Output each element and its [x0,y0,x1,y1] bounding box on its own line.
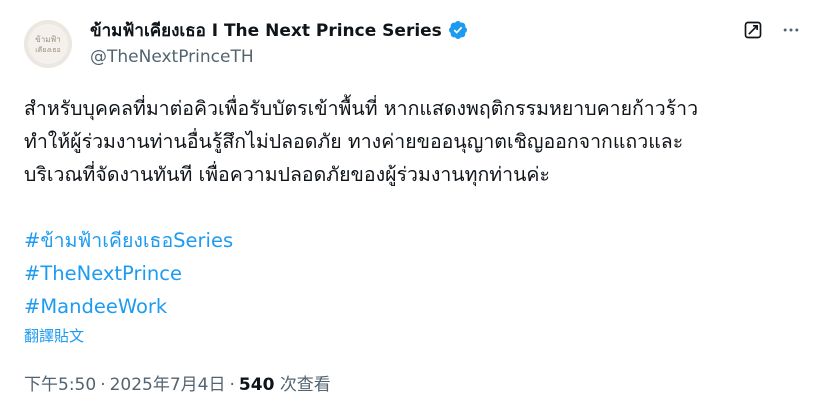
verified-badge-icon[interactable] [448,20,468,40]
display-name[interactable]: ข้ามฟ้าเคียงเธอ I The Next Prince Series [90,17,442,44]
tweet-line: สำหรับบุคคลที่มาต่อคิวเพื่อรับบัตรเข้าพื… [24,97,699,120]
more-icon[interactable] [781,20,801,40]
meta-separator: · [229,375,235,395]
translate-post-link[interactable]: 翻譯貼文 [24,325,84,347]
tweet-meta: 下午5:50 · 2025年7月4日 · 540 次查看 [24,372,331,398]
hashtag-link[interactable]: #ข้ามฟ้าเคียงเธอSeries [24,224,233,257]
tweet-text: สำหรับบุคคลที่มาต่อคิวเพื่อรับบัตรเข้าพื… [24,92,804,191]
tweet-header: ข้ามฟ้าเคียงเธอ I The Next Prince Series… [90,18,743,68]
hashtag-link[interactable]: #TheNextPrince [24,257,233,290]
avatar-logo-image: ข้ามฟ้า เคียงเธอ [24,20,72,68]
post-date[interactable]: 2025年7月4日 [110,375,226,395]
hashtag-link[interactable]: #MandeeWork [24,290,233,323]
svg-text:ข้ามฟ้า: ข้ามฟ้า [35,35,60,44]
tweet-line: ทำให้ผู้ร่วมงานท่านอื่นรู้สึกไม่ปลอดภัย … [24,130,684,153]
grok-icon[interactable] [743,20,763,40]
post-time[interactable]: 下午5:50 [24,375,96,395]
svg-text:เคียงเธอ: เคียงเธอ [35,46,60,54]
tweet-line: บริเวณที่จัดงานทันที เพื่อความปลอดภัยของ… [24,163,550,186]
views-label: 次查看 [279,375,331,395]
account-handle[interactable]: @TheNextPrinceTH [90,46,743,68]
avatar[interactable]: ข้ามฟ้า เคียงเธอ [24,20,72,68]
views-count: 540 [238,375,275,395]
name-row: ข้ามฟ้าเคียงเธอ I The Next Prince Series [90,18,743,42]
meta-separator: · [100,375,106,395]
hashtag-list: #ข้ามฟ้าเคียงเธอSeries #TheNextPrince #M… [24,224,233,323]
